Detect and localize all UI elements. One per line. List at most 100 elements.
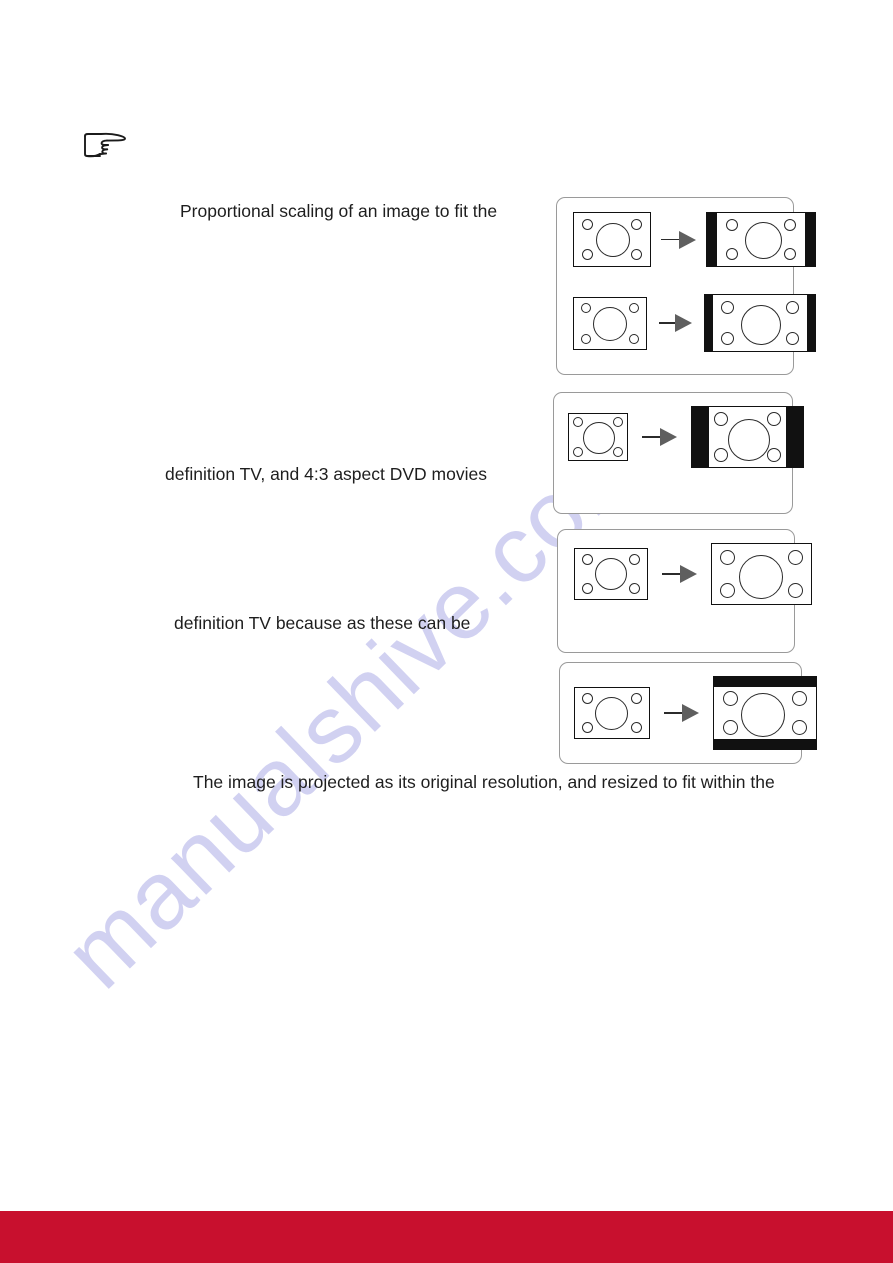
small-circle-motif <box>723 720 738 735</box>
pillarbox-bar-right <box>787 406 804 468</box>
small-circle-motif <box>726 248 738 260</box>
target-picture-area <box>716 212 806 267</box>
pillarbox-bar-left <box>704 294 712 352</box>
small-circle-motif <box>720 583 735 598</box>
target-picture-area <box>712 294 808 352</box>
small-circle-motif <box>784 219 796 231</box>
target-screen <box>713 676 817 750</box>
small-circle-motif <box>788 550 803 565</box>
small-circle-motif <box>582 219 593 230</box>
small-circle-motif <box>573 447 583 457</box>
small-circle-motif <box>582 693 593 704</box>
arrow-shaft <box>661 238 679 241</box>
big-circle-motif <box>596 223 630 257</box>
aspect-ratio-diagram-panel-3 <box>557 529 812 653</box>
small-circle-motif <box>786 301 799 314</box>
big-circle-motif <box>739 555 783 599</box>
big-circle-motif <box>741 305 781 345</box>
target-screen <box>711 543 812 605</box>
small-circle-motif <box>582 583 593 594</box>
source-screen <box>574 548 648 600</box>
small-circle-motif <box>788 583 803 598</box>
small-circle-motif <box>726 219 738 231</box>
arrow-head <box>680 565 697 583</box>
small-circle-motif <box>629 554 640 565</box>
arrow-shaft <box>662 573 680 575</box>
source-screen <box>573 212 651 267</box>
arrow-right-icon <box>661 230 696 249</box>
source-screen <box>573 296 647 350</box>
arrow-shaft <box>642 436 660 438</box>
small-circle-motif <box>631 722 642 733</box>
arrow-right-icon <box>659 314 692 332</box>
body-text-line-4: The image is projected as its original r… <box>193 772 775 792</box>
small-circle-motif <box>582 722 593 733</box>
body-text-line-3: definition TV because as these can be <box>174 613 471 633</box>
letterbox-bar-bottom <box>713 740 817 750</box>
diagram-row <box>573 212 816 267</box>
small-circle-motif <box>629 583 640 594</box>
small-circle-motif <box>582 249 593 260</box>
small-circle-motif <box>714 412 728 426</box>
arrow-right-icon <box>662 565 697 583</box>
arrow-head <box>682 704 699 722</box>
pillarbox-bar-left <box>706 212 716 267</box>
small-circle-motif <box>629 333 639 344</box>
diagram-row <box>573 294 816 352</box>
aspect-ratio-diagram-panel-1 <box>556 197 816 375</box>
target-screen <box>706 212 816 267</box>
small-circle-motif <box>714 448 728 462</box>
small-circle-motif <box>767 412 781 426</box>
arrow-right-icon <box>664 704 699 722</box>
small-circle-motif <box>792 720 807 735</box>
arrow-head <box>660 428 677 446</box>
small-circle-motif <box>723 691 738 706</box>
pillarbox-bar-right <box>806 212 816 267</box>
big-circle-motif <box>741 693 785 737</box>
diagram-row <box>568 406 804 468</box>
small-circle-motif <box>720 550 735 565</box>
aspect-ratio-diagram-panel-4 <box>559 662 817 764</box>
small-circle-motif <box>786 332 799 345</box>
small-circle-motif <box>581 333 591 344</box>
page-content: Proportional scaling of an image to fit … <box>0 0 893 1263</box>
small-circle-motif <box>582 554 593 565</box>
small-circle-motif <box>721 301 734 314</box>
target-screen <box>691 406 804 468</box>
small-circle-motif <box>629 302 639 313</box>
letterbox-bar-top <box>713 676 817 686</box>
big-circle-motif <box>593 306 627 341</box>
arrow-head <box>679 230 696 249</box>
small-circle-motif <box>767 448 781 462</box>
small-circle-motif <box>792 691 807 706</box>
big-circle-motif <box>595 697 628 730</box>
small-circle-motif <box>721 332 734 345</box>
big-circle-motif <box>595 558 627 590</box>
aspect-ratio-diagram-panel-2 <box>553 392 804 514</box>
body-text-line-2: definition TV, and 4:3 aspect DVD movies <box>165 464 487 484</box>
arrow-shaft <box>659 322 675 324</box>
small-circle-motif <box>613 417 623 427</box>
footer-color-bar <box>0 1211 893 1263</box>
small-circle-motif <box>613 447 623 457</box>
source-screen <box>574 687 650 739</box>
big-circle-motif <box>583 422 615 454</box>
small-circle-motif <box>631 249 642 260</box>
small-circle-motif <box>631 693 642 704</box>
diagram-row <box>574 676 817 750</box>
body-text-line-1: Proportional scaling of an image to fit … <box>180 201 498 221</box>
small-circle-motif <box>784 248 796 260</box>
pointing-hand-icon <box>82 130 128 160</box>
pillarbox-bar-right <box>808 294 816 352</box>
arrow-right-icon <box>642 428 677 446</box>
small-circle-motif <box>581 302 591 313</box>
arrow-shaft <box>664 712 682 714</box>
pillarbox-bar-left <box>691 406 708 468</box>
target-picture-area <box>708 406 787 468</box>
small-circle-motif <box>573 417 583 427</box>
big-circle-motif <box>728 419 770 461</box>
small-circle-motif <box>631 219 642 230</box>
source-screen <box>568 413 628 461</box>
target-screen <box>704 294 816 352</box>
diagram-row <box>574 543 812 605</box>
